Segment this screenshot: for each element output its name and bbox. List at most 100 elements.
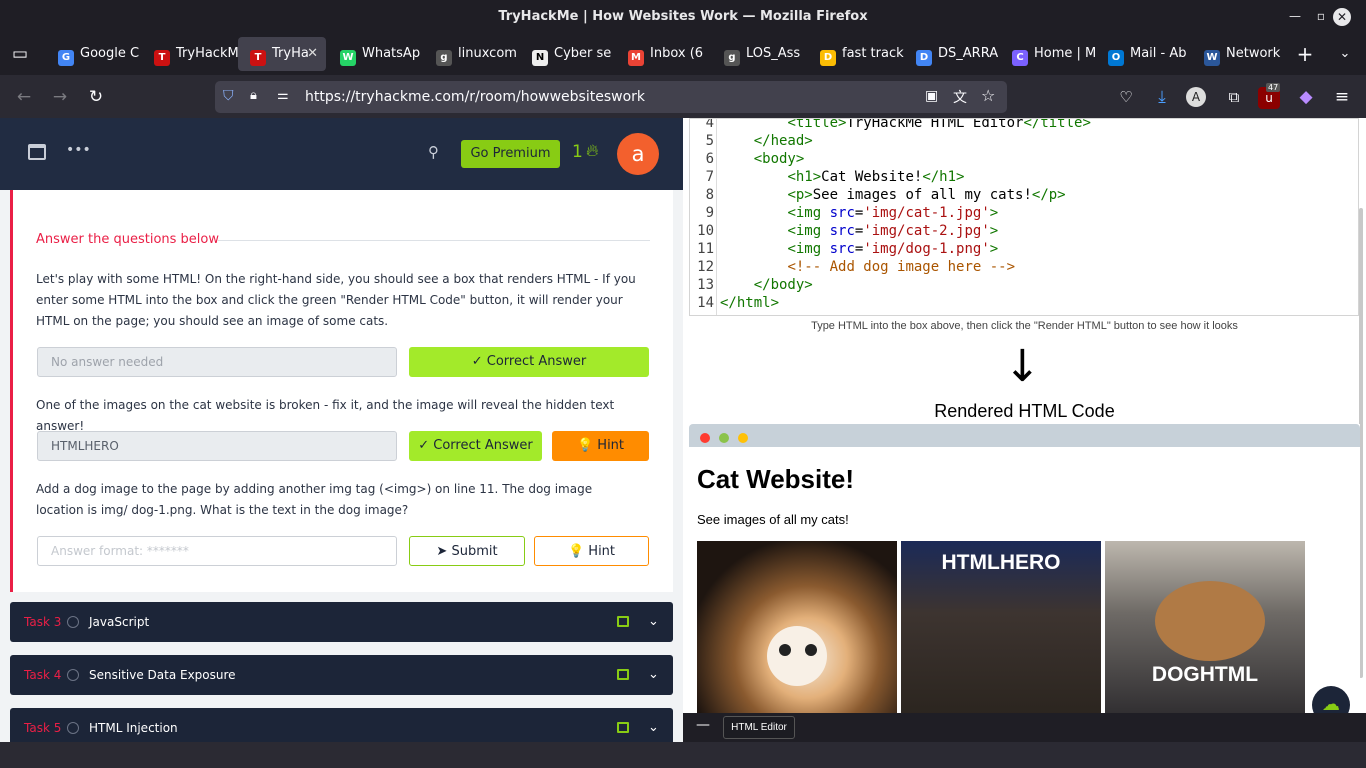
question-3-submit-button[interactable]: ➤ Submit xyxy=(409,536,525,566)
kitten-eye-shape xyxy=(779,644,791,656)
tab-bar: ▭ G Google C T TryHackM T TryHa ✕ W WhatsAp g… xyxy=(0,33,1366,75)
copilot-icon: C xyxy=(1012,50,1028,66)
extension-diamond-icon[interactable]: ◆ xyxy=(1294,85,1318,109)
question-2-hint-button[interactable]: 💡 Hint xyxy=(552,431,649,461)
tab-tryhackme-active[interactable]: T TryHa ✕ xyxy=(238,37,326,71)
forward-icon[interactable]: → xyxy=(48,85,72,109)
tab-label: Inbox (6 xyxy=(650,46,704,61)
bookmark-star-icon[interactable]: ☆ xyxy=(981,86,995,105)
tab-label: Home | M xyxy=(1034,46,1096,61)
docs-icon: D xyxy=(916,50,932,66)
tab-gmail[interactable]: M Inbox (6 xyxy=(616,37,712,71)
tab-label: WhatsAp xyxy=(362,46,421,61)
heading-divider xyxy=(218,240,650,241)
question-1-answer-input: No answer needed xyxy=(37,347,397,377)
task-number: Task 3 xyxy=(24,615,62,629)
tab-github-los[interactable]: g LOS_Ass xyxy=(712,37,808,71)
tab-notion[interactable]: N Cyber se xyxy=(520,37,616,71)
permissions-icon[interactable]: ⚌ xyxy=(277,88,289,103)
question-3-hint-button[interactable]: 💡 Hint xyxy=(534,536,649,566)
pocket-icon[interactable]: ♡ xyxy=(1114,85,1138,109)
maximize-icon[interactable]: ▫ xyxy=(1307,0,1335,33)
reader-view-icon[interactable]: ▣ xyxy=(925,88,938,104)
task-5-row[interactable]: Task 5 HTML Injection ⌄ xyxy=(10,708,673,742)
tab-whatsapp[interactable]: W WhatsAp xyxy=(328,37,424,71)
tab-github-linux[interactable]: g linuxcom xyxy=(424,37,520,71)
extensions-icon[interactable]: ⧉ xyxy=(1222,85,1246,109)
code-line: </head> xyxy=(753,133,813,149)
google-icon: G xyxy=(58,50,74,66)
close-window-icon[interactable]: ✕ xyxy=(1333,8,1351,26)
tab-drive[interactable]: Dfast track xyxy=(808,37,904,71)
tab-label: Cyber se xyxy=(554,46,612,61)
task-number: Task 5 xyxy=(24,721,62,735)
menu-icon[interactable]: ≡ xyxy=(1330,85,1354,109)
tab-word[interactable]: W Network xyxy=(1192,37,1284,71)
search-icon[interactable]: ⚲ xyxy=(428,143,439,161)
tab-docs[interactable]: D DS_ARRA xyxy=(904,37,1000,71)
question-3-answer-input[interactable]: Answer format: ******* xyxy=(37,536,397,566)
tab-google[interactable]: G Google C xyxy=(46,37,142,71)
url-bar[interactable]: ⛉ 🔒︎ ⚌ https://tryhackme.com/r/room/howw… xyxy=(215,81,1007,113)
close-tab-icon[interactable]: ✕ xyxy=(307,37,318,71)
code-editor[interactable]: 4 5 6 7 8 9 10 11 12 13 14 <title>TryHac… xyxy=(689,118,1359,316)
github-icon: g xyxy=(436,50,452,66)
line-number: 5 xyxy=(705,133,714,149)
more-options-icon[interactable]: ••• xyxy=(66,142,91,158)
line-number: 7 xyxy=(705,169,714,185)
tab-label: fast track xyxy=(842,46,904,61)
downloads-icon[interactable]: ⤓ xyxy=(1150,85,1174,109)
chevron-down-icon[interactable]: ⌄ xyxy=(648,602,659,642)
calendar-icon xyxy=(617,616,629,627)
line-number: 8 xyxy=(705,187,714,203)
tab-copilot[interactable]: C Home | M xyxy=(1000,37,1096,71)
lock-icon[interactable]: 🔒︎ xyxy=(250,88,257,103)
outlook-icon: O xyxy=(1108,50,1124,66)
html-editor-tab[interactable]: HTML Editor xyxy=(723,716,795,739)
task-name: JavaScript xyxy=(89,615,150,629)
code-line: <img src='img/cat-2.jpg'> xyxy=(787,223,999,239)
back-icon[interactable]: ← xyxy=(12,85,36,109)
chevron-down-icon[interactable]: ⌄ xyxy=(648,708,659,742)
code-line: <img src='img/dog-1.png'> xyxy=(787,241,999,257)
code-line: </body> xyxy=(753,277,813,293)
url-text[interactable]: https://tryhackme.com/r/room/howwebsites… xyxy=(305,81,645,113)
line-number: 10 xyxy=(697,223,714,239)
reload-icon[interactable]: ↻ xyxy=(84,85,108,109)
streak-flame-icon: 🔥︎ xyxy=(586,141,599,161)
dog-image-text: DOGHTML xyxy=(1151,663,1259,686)
tryhackme-icon: T xyxy=(250,50,266,66)
avatar[interactable]: a xyxy=(617,133,659,175)
github-icon: g xyxy=(724,50,740,66)
window-titlebar: TryHackMe | How Websites Work — Mozilla … xyxy=(0,0,1366,33)
line-number: 6 xyxy=(705,151,714,167)
preview-window-bar xyxy=(689,424,1360,447)
task-3-row[interactable]: Task 3 JavaScript ⌄ xyxy=(10,602,673,642)
yellow-dot-icon xyxy=(738,433,748,443)
translate-icon[interactable]: 文 xyxy=(953,87,967,107)
red-dot-icon xyxy=(700,433,710,443)
html-editor-panel: 4 5 6 7 8 9 10 11 12 13 14 <title>TryHac… xyxy=(683,118,1366,742)
minimize-editor-icon[interactable]: — xyxy=(696,717,710,733)
task-questions-card: Answer the questions below Let's play wi… xyxy=(10,190,673,592)
cat-2-image-text: HTMLHERO xyxy=(941,551,1061,574)
gmail-icon: M xyxy=(628,50,644,66)
cat-1-image xyxy=(697,541,897,721)
account-icon[interactable]: A xyxy=(1186,87,1206,107)
question-2-correct-button[interactable]: ✓ Correct Answer xyxy=(409,431,542,461)
chevron-down-icon[interactable]: ⌄ xyxy=(648,655,659,695)
go-premium-button[interactable]: Go Premium xyxy=(461,140,560,168)
split-view-icon[interactable] xyxy=(28,144,46,160)
minimize-icon[interactable]: — xyxy=(1281,0,1309,33)
question-1-correct-button[interactable]: ✓ Correct Answer xyxy=(409,347,649,377)
tab-outlook[interactable]: O Mail - Ab xyxy=(1096,37,1192,71)
shield-icon[interactable]: ⛉ xyxy=(223,88,234,104)
whatsapp-icon: W xyxy=(340,50,356,66)
task-4-row[interactable]: Task 4 Sensitive Data Exposure ⌄ xyxy=(10,655,673,695)
firefox-view-icon[interactable]: ▭ xyxy=(8,42,32,66)
kitten-eye-shape xyxy=(805,644,817,656)
line-number: 9 xyxy=(705,205,714,221)
tab-tryhackme-1[interactable]: T TryHackM xyxy=(142,37,238,71)
new-tab-icon[interactable]: + xyxy=(1293,42,1317,66)
list-tabs-icon[interactable]: ⌄ xyxy=(1333,42,1357,66)
